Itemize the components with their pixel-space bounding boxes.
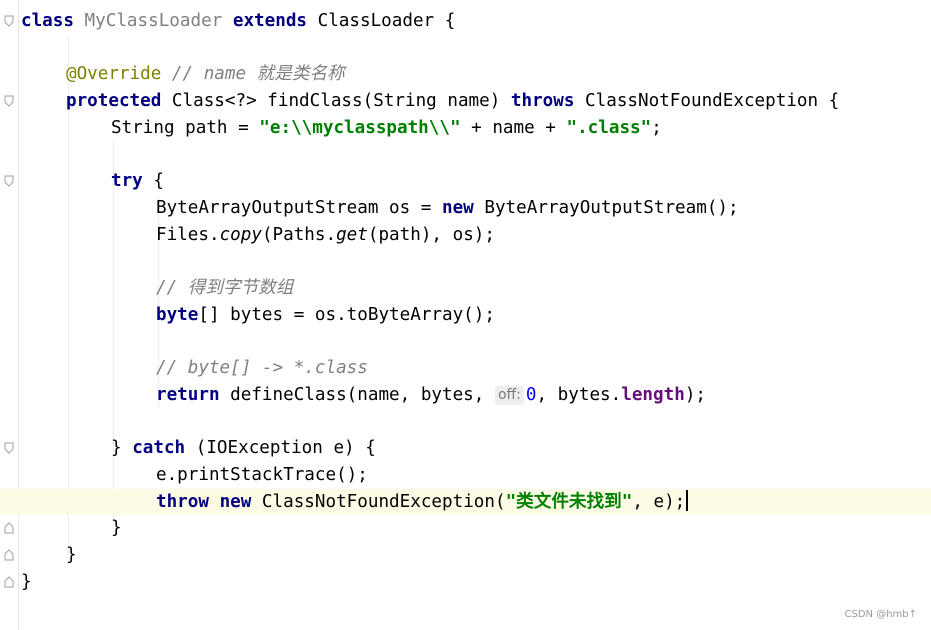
- fold-arrow-icon[interactable]: [4, 95, 14, 107]
- code-text: Files.: [156, 225, 220, 245]
- keyword: return: [156, 385, 220, 405]
- code-text: {: [142, 171, 164, 191]
- keyword: new: [442, 198, 474, 218]
- code-editor[interactable]: class MyClassLoader extends ClassLoader …: [0, 0, 931, 630]
- code-text: ;: [651, 118, 662, 138]
- code-line-19-current[interactable]: throw new ClassNotFoundException("类文件未找到…: [0, 489, 931, 515]
- code-text: ByteArrayOutputStream os =: [156, 198, 442, 218]
- annotation: @Override: [66, 64, 162, 84]
- comment: // name 就是类名称: [161, 64, 345, 84]
- code-text: Class<?>: [161, 91, 257, 111]
- code-text: defineClass(name, bytes,: [219, 385, 495, 405]
- code-text: + name +: [460, 118, 567, 138]
- code-text: (path), os);: [367, 225, 495, 245]
- code-text: (Paths.: [261, 225, 337, 245]
- code-line-20[interactable]: }: [0, 515, 931, 541]
- keyword: class: [21, 11, 74, 31]
- number-literal: 0: [525, 385, 537, 405]
- code-line-17[interactable]: } catch (IOException e) {: [0, 435, 931, 461]
- code-text: , e);: [632, 492, 686, 512]
- keyword: throw: [156, 492, 209, 512]
- code-line-3[interactable]: @Override // name 就是类名称: [0, 61, 931, 87]
- code-text: }: [111, 438, 133, 458]
- code-line-14[interactable]: // byte[] -> *.class: [0, 355, 931, 381]
- code-text: [] bytes = os.toByteArray();: [198, 305, 495, 325]
- fold-end-icon[interactable]: [4, 522, 14, 534]
- watermark: CSDN @hmb↑: [844, 609, 918, 620]
- string-literal: "e:\\myclasspath\\": [259, 118, 461, 138]
- code-text: findClass(String name): [256, 91, 511, 111]
- keyword: extends: [232, 11, 308, 31]
- keyword: new: [219, 492, 252, 512]
- code-line-7[interactable]: try {: [0, 168, 931, 194]
- code-text: e.printStackTrace();: [156, 465, 368, 485]
- code-text: }: [21, 572, 32, 592]
- keyword: try: [111, 171, 143, 191]
- code-line-12[interactable]: byte[] bytes = os.toByteArray();: [0, 302, 931, 328]
- code-line-22[interactable]: }: [0, 569, 931, 595]
- keyword: byte: [156, 305, 199, 325]
- code-text: String path =: [111, 118, 260, 138]
- code-line-18[interactable]: e.printStackTrace();: [0, 462, 931, 488]
- fold-end-icon[interactable]: [4, 576, 14, 588]
- keyword: protected: [66, 91, 162, 111]
- code-line-15[interactable]: return defineClass(name, bytes, off: 0, b…: [0, 382, 931, 408]
- keyword: throws: [510, 91, 575, 111]
- parameter-hint: off:: [494, 386, 524, 405]
- class-name: MyClassLoader: [73, 11, 233, 31]
- code-line-9[interactable]: Files.copy(Paths.get(path), os);: [0, 222, 931, 248]
- code-text: ClassNotFoundException(: [251, 492, 506, 512]
- string-literal: "类文件未找到": [505, 492, 633, 512]
- code-line-4[interactable]: protected Class<?> findClass(String name…: [0, 88, 931, 114]
- text-caret: [686, 490, 689, 511]
- static-method: copy: [219, 225, 262, 245]
- code-text: , bytes.: [536, 385, 622, 405]
- code-text: }: [66, 545, 77, 565]
- fold-arrow-icon[interactable]: [4, 15, 14, 27]
- code-text: ClassNotFoundException {: [574, 91, 840, 111]
- static-method: get: [336, 225, 368, 245]
- comment: // byte[] -> *.class: [156, 358, 368, 378]
- keyword: catch: [132, 438, 186, 458]
- code-line-21[interactable]: }: [0, 542, 931, 568]
- code-text: ByteArrayOutputStream();: [473, 198, 739, 218]
- comment: // 得到字节数组: [156, 278, 294, 298]
- fold-arrow-icon[interactable]: [4, 442, 14, 454]
- fold-end-icon[interactable]: [4, 549, 14, 561]
- fold-arrow-icon[interactable]: [4, 175, 14, 187]
- field-reference: length: [621, 385, 685, 405]
- code-text: ClassLoader {: [307, 11, 456, 31]
- code-text: (IOException e) {: [185, 438, 376, 458]
- code-line-1[interactable]: class MyClassLoader extends ClassLoader …: [0, 8, 931, 34]
- code-text: );: [684, 385, 706, 405]
- code-text: }: [111, 518, 122, 538]
- code-line-5[interactable]: String path = "e:\\myclasspath\\" + name…: [0, 115, 931, 141]
- code-line-11[interactable]: // 得到字节数组: [0, 275, 931, 301]
- code-line-8[interactable]: ByteArrayOutputStream os = new ByteArray…: [0, 195, 931, 221]
- string-literal: ".class": [566, 118, 652, 138]
